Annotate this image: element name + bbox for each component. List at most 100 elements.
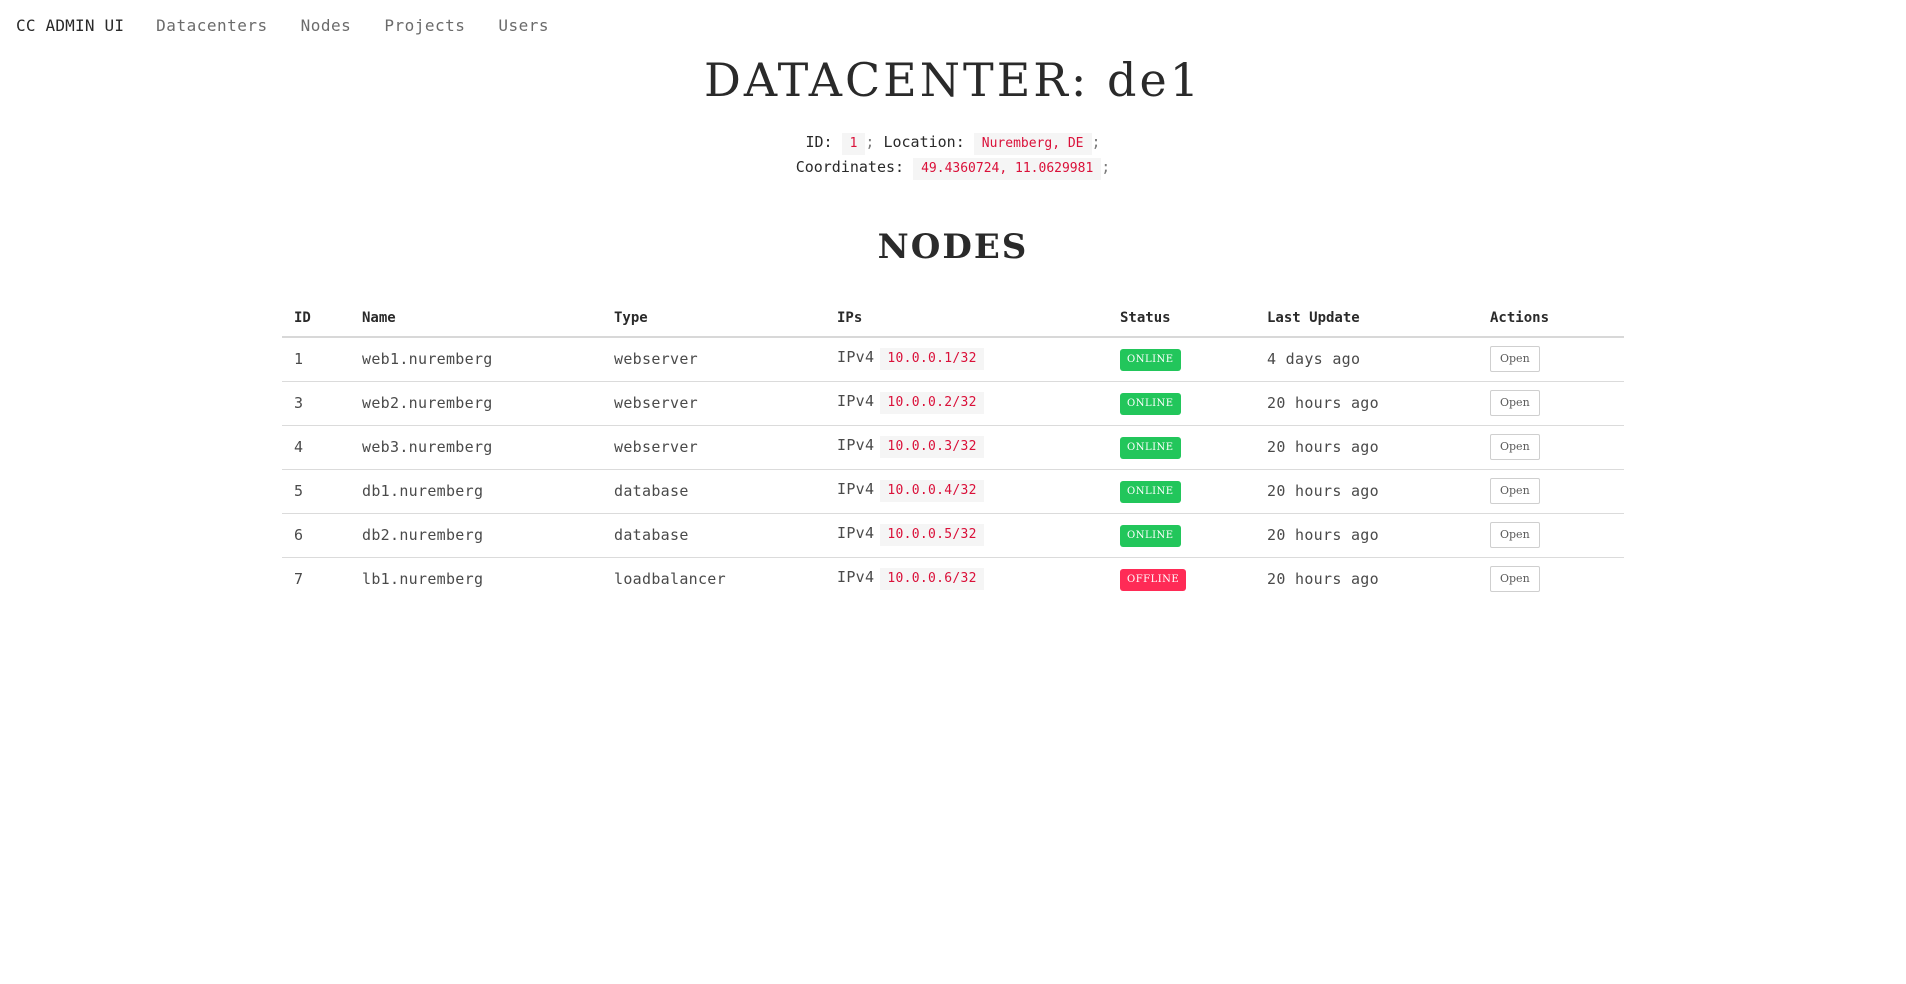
node-name: lb1.nuremberg [362, 570, 484, 589]
nodes-table-header: ID Name Type IPs Status Last Update Acti… [282, 300, 1624, 338]
status-badge: ONLINE [1120, 392, 1181, 415]
node-id: 3 [282, 381, 350, 426]
node-id: 4 [282, 425, 350, 470]
page-title: DATACENTER: de1 [704, 53, 1202, 107]
table-row: 3 web2.nuremberg webserver IPv4 10.0.0.2/… [282, 381, 1624, 426]
node-status: ONLINE [1108, 337, 1255, 382]
status-badge: ONLINE [1120, 480, 1181, 503]
datacenter-meta: ID: 1; Location: Nuremberg, DE; Coordina… [0, 130, 1906, 180]
node-name: web2.nuremberg [350, 381, 602, 426]
column-header-status: Status [1108, 300, 1255, 338]
node-actions: Open [1478, 425, 1624, 470]
column-header-actions: Actions [1478, 300, 1624, 338]
status-badge: ONLINE [1120, 348, 1181, 371]
ip-address: 10.0.0.2/32 [880, 392, 984, 414]
status-badge: OFFLINE [1120, 568, 1187, 591]
node-id: 6 [282, 513, 350, 558]
nav-link-users[interactable]: Users [498, 16, 549, 35]
node-last-update: 20 hours ago [1267, 570, 1379, 589]
node-ips: IPv4 10.0.0.3/32 [825, 425, 1108, 470]
node-actions: Open [1478, 513, 1624, 558]
separator: ; [865, 133, 875, 151]
nodes-table-container: ID Name Type IPs Status Last Update Acti… [282, 300, 1624, 601]
datacenter-location-value: Nuremberg, DE [973, 133, 1092, 155]
ip-family: IPv4 [837, 392, 875, 410]
column-header-ips: IPs [825, 300, 1108, 338]
column-header-type: Type [602, 300, 825, 338]
ip-family: IPv4 [837, 348, 875, 367]
ip-family: IPv4 [837, 436, 875, 454]
open-node-button[interactable]: Open [1490, 390, 1540, 416]
nav-link-projects[interactable]: Projects [384, 16, 465, 35]
datacenter-coordinates-value: 49.4360724, 11.0629981 [913, 158, 1102, 180]
node-name: db2.nuremberg [350, 513, 602, 558]
node-id: 5 [282, 469, 350, 514]
node-last-update: 20 hours ago [1255, 469, 1478, 514]
table-row: 5 db1.nuremberg database IPv4 10.0.0.4/32… [282, 469, 1624, 514]
table-row: 4 web3.nuremberg webserver IPv4 10.0.0.3/… [282, 425, 1624, 470]
node-last-update: 20 hours ago [1255, 513, 1478, 558]
status-badge: ONLINE [1120, 524, 1181, 547]
node-status: ONLINE [1108, 425, 1255, 470]
node-type: loadbalancer [614, 570, 726, 589]
node-actions: Open [1478, 557, 1624, 601]
location-label: Location: [883, 133, 965, 151]
node-name: web3.nuremberg [350, 425, 602, 470]
node-type: database [602, 513, 825, 558]
node-status: ONLINE [1108, 381, 1255, 426]
table-row: 1 web1.nuremberg webserver IPv4 10.0.0.1/… [282, 337, 1624, 382]
node-ips: IPv4 10.0.0.4/32 [825, 469, 1108, 514]
nodes-table: ID Name Type IPs Status Last Update Acti… [282, 300, 1624, 601]
node-last-update: 20 hours ago [1255, 381, 1478, 426]
node-name: db1.nuremberg [350, 469, 602, 514]
nav-brand[interactable]: CC ADMIN UI [16, 16, 124, 35]
node-actions: Open [1478, 381, 1624, 426]
open-node-button[interactable]: Open [1490, 478, 1540, 504]
table-row: 7 lb1.nuremberg loadbalancer IPv4 10.0.0.… [282, 557, 1624, 601]
node-ips: IPv4 10.0.0.5/32 [825, 513, 1108, 558]
node-type: webserver [602, 337, 825, 382]
ip-address: 10.0.0.4/32 [880, 480, 984, 502]
meta-line-1: ID: 1; Location: Nuremberg, DE; [0, 130, 1906, 155]
node-name: web1.nuremberg [350, 337, 602, 382]
header-row: ID Name Type IPs Status Last Update Acti… [282, 300, 1624, 338]
open-node-button[interactable]: Open [1490, 434, 1540, 460]
open-node-button[interactable]: Open [1490, 522, 1540, 548]
column-header-name: Name [350, 300, 602, 338]
table-row: 6 db2.nuremberg database IPv4 10.0.0.5/32… [282, 513, 1624, 558]
node-type: database [602, 469, 825, 514]
status-badge: ONLINE [1120, 436, 1181, 459]
ip-family: IPv4 [837, 524, 875, 542]
nodes-table-body: 1 web1.nuremberg webserver IPv4 10.0.0.1/… [282, 337, 1624, 601]
node-status: OFFLINE [1108, 557, 1255, 601]
node-ips: IPv4 10.0.0.6/32 [825, 557, 1108, 601]
id-label: ID: [805, 133, 833, 151]
node-status: ONLINE [1108, 513, 1255, 558]
node-ips: IPv4 10.0.0.1/32 [825, 337, 1108, 382]
open-node-button[interactable]: Open [1490, 566, 1540, 593]
ip-family: IPv4 [837, 480, 875, 498]
ip-family: IPv4 [837, 568, 875, 587]
meta-line-2: Coordinates: 49.4360724, 11.0629981; [0, 155, 1906, 180]
node-status: ONLINE [1108, 469, 1255, 514]
ip-address: 10.0.0.6/32 [880, 568, 984, 591]
node-type: webserver [602, 425, 825, 470]
node-last-update: 20 hours ago [1255, 425, 1478, 470]
node-actions: Open [1478, 469, 1624, 514]
node-id: 1 [282, 337, 350, 382]
nodes-section-title: NODES [877, 227, 1029, 267]
column-header-id: ID [282, 300, 350, 338]
nav-link-nodes[interactable]: Nodes [301, 16, 352, 35]
nav-link-datacenters[interactable]: Datacenters [156, 16, 267, 35]
ip-address: 10.0.0.3/32 [880, 436, 984, 458]
open-node-button[interactable]: Open [1490, 346, 1540, 373]
coordinates-label: Coordinates: [795, 158, 905, 176]
node-last-update: 4 days ago [1255, 337, 1478, 382]
separator: ; [1091, 133, 1101, 151]
node-actions: Open [1478, 337, 1624, 382]
separator: ; [1101, 158, 1111, 176]
node-ips: IPv4 10.0.0.2/32 [825, 381, 1108, 426]
node-id: 7 [294, 570, 304, 589]
node-type: webserver [602, 381, 825, 426]
datacenter-id-value: 1 [841, 133, 866, 155]
